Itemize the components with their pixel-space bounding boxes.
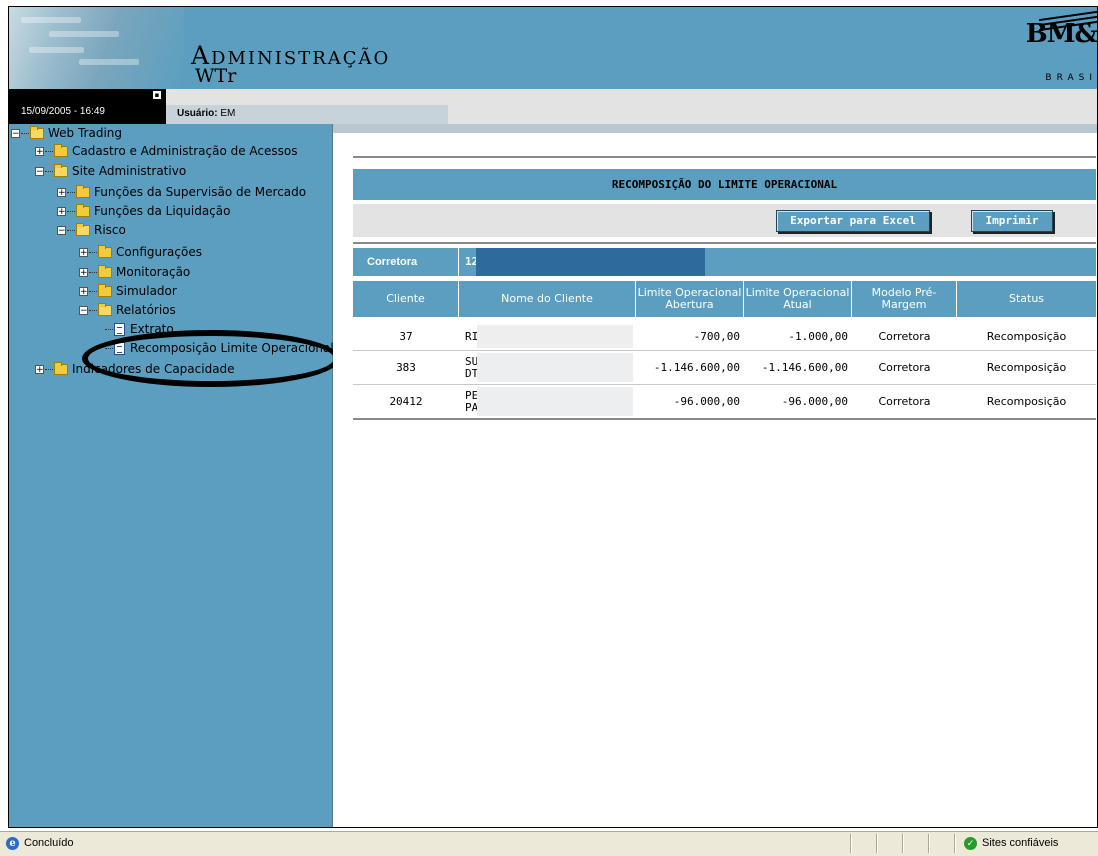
cell-abertura: -1.146.600,00 — [653, 361, 740, 374]
expand-icon[interactable]: + — [35, 147, 44, 157]
redaction-block — [477, 353, 633, 382]
browser-frame: Administração WTr BM& BRASI ▪ 15/09/2005… — [8, 6, 1098, 828]
document-icon — [114, 342, 125, 355]
collapse-icon[interactable]: − — [11, 129, 20, 139]
cell-modelo: Corretora — [878, 395, 931, 408]
collapse-icon[interactable]: − — [57, 226, 66, 236]
header-modelo: Modelo Pré-Margem — [852, 281, 957, 317]
header-photo — [9, 7, 184, 89]
open-folder-icon — [76, 223, 90, 236]
table-row: 20412 PE PA -96.000,00 -96.000,00 Corret… — [353, 385, 1096, 419]
tree-item-supervisao[interactable]: + Funções da Supervisão de Mercado — [57, 184, 306, 201]
corretora-row: Corretora 12 — [353, 248, 1096, 276]
tree-item-site-administrativo[interactable]: − Site Administrativo — [35, 163, 186, 180]
folder-icon — [54, 144, 68, 157]
tree-item-indicadores[interactable]: + Indicadores de Capacidade — [35, 361, 235, 378]
cell-atual: -96.000,00 — [781, 395, 848, 408]
table-row: 383 SU DT -1.146.600,00 -1.146.600,00 Co… — [353, 351, 1096, 385]
open-folder-icon — [98, 303, 112, 316]
cell-atual: -1.000,00 — [788, 330, 848, 343]
tree-item-monitoracao[interactable]: + Monitoração — [79, 264, 190, 281]
tree-item-recomposicao[interactable]: Recomposição Limite Operacional — [105, 340, 334, 357]
expand-icon[interactable]: + — [79, 268, 88, 278]
table-bottom-rule — [353, 418, 1096, 420]
report-title-bar: RECOMPOSIÇÃO DO LIMITE OPERACIONAL — [353, 169, 1096, 200]
folder-icon — [98, 245, 112, 258]
expand-icon[interactable]: + — [57, 188, 66, 198]
tree-item-relatorios[interactable]: − Relatórios — [79, 302, 176, 319]
logo-subtext: BRASI — [1045, 73, 1097, 83]
expand-icon[interactable]: + — [79, 287, 88, 297]
square-bullet-icon: ▪ — [153, 91, 161, 99]
table-row: 37 RI -700,00 -1.000,00 Corretora Recomp… — [353, 323, 1096, 351]
cell-status: Recomposição — [986, 395, 1067, 408]
expand-icon[interactable]: + — [79, 248, 88, 258]
redaction-block — [476, 248, 705, 276]
open-folder-icon — [30, 126, 44, 139]
logo-text: BM& — [1025, 19, 1097, 49]
cell-modelo: Corretora — [878, 361, 931, 374]
datetime-box: ▪ 15/09/2005 - 16:49 — [9, 89, 166, 124]
folder-icon — [54, 362, 68, 375]
app-header: Administração WTr BM& BRASI — [9, 7, 1097, 89]
report-toolbar: Exportar para Excel Imprimir — [353, 204, 1096, 237]
cell-cliente: 383 — [396, 361, 416, 374]
cell-atual: -1.146.600,00 — [761, 361, 848, 374]
collapse-icon[interactable]: − — [79, 306, 88, 316]
cell-abertura: -700,00 — [693, 330, 740, 343]
folder-icon — [76, 185, 90, 198]
header-atual: Limite Operacional Atual — [744, 281, 852, 317]
ie-page-icon: e — [6, 837, 19, 850]
cell-status: Recomposição — [986, 330, 1067, 343]
tree-item-web-trading[interactable]: − Web Trading — [11, 125, 122, 142]
header-nome: Nome do Cliente — [459, 281, 636, 317]
status-text: Concluído — [24, 837, 74, 849]
table-header: Cliente Nome do Cliente Limite Operacion… — [353, 281, 1096, 317]
folder-icon — [98, 265, 112, 278]
header-abertura: Limite Operacional Abertura — [636, 281, 744, 317]
cell-cliente: 37 — [399, 330, 413, 343]
header-status: Status — [957, 281, 1096, 317]
expand-icon[interactable]: + — [57, 207, 66, 217]
tree-item-extrato[interactable]: Extrato — [105, 321, 174, 338]
divider — [353, 156, 1096, 158]
divider — [353, 242, 1096, 244]
redaction-block — [477, 325, 633, 348]
collapse-icon[interactable]: − — [35, 167, 44, 177]
export-excel-button[interactable]: Exportar para Excel — [776, 210, 930, 232]
cell-status: Recomposição — [986, 361, 1067, 374]
folder-icon — [98, 284, 112, 297]
tree-item-risco[interactable]: − Risco — [57, 222, 126, 239]
open-folder-icon — [54, 164, 68, 177]
cell-modelo: Corretora — [878, 330, 931, 343]
app-subtitle: WTr — [195, 65, 237, 87]
expand-icon[interactable]: + — [35, 365, 44, 375]
browser-status-bar: e Concluído ✓ Sites confiáveis — [0, 831, 1098, 856]
document-icon — [114, 323, 125, 336]
user-box: Usuário: EM — [166, 105, 448, 124]
corretora-label: Corretora — [353, 248, 459, 276]
folder-icon — [76, 204, 90, 217]
security-zone-text: Sites confiáveis — [982, 837, 1059, 849]
report-content: RECOMPOSIÇÃO DO LIMITE OPERACIONAL Expor… — [333, 124, 1097, 827]
tree-item-configuracoes[interactable]: + Configurações — [79, 244, 202, 261]
user-label: Usuário: EM — [177, 108, 236, 119]
redaction-block — [477, 387, 633, 416]
tree-item-simulador[interactable]: + Simulador — [79, 283, 177, 300]
cell-abertura: -96.000,00 — [673, 395, 740, 408]
bmf-logo: BM& BRASI — [1025, 10, 1097, 87]
header-cliente: Cliente — [353, 281, 459, 317]
report-title: RECOMPOSIÇÃO DO LIMITE OPERACIONAL — [611, 178, 838, 191]
tree-item-cadastro[interactable]: + Cadastro e Administração de Acessos — [35, 143, 298, 160]
trusted-zone-icon: ✓ — [964, 837, 977, 850]
tree-item-liquidacao[interactable]: + Funções da Liquidação — [57, 203, 230, 220]
print-button[interactable]: Imprimir — [971, 210, 1053, 232]
cell-cliente: 20412 — [389, 395, 423, 408]
datetime-text: 15/09/2005 - 16:49 — [21, 106, 105, 117]
user-value: EM — [220, 108, 236, 119]
navigation-tree: − Web Trading + Cadastro e Administração d… — [9, 124, 334, 827]
